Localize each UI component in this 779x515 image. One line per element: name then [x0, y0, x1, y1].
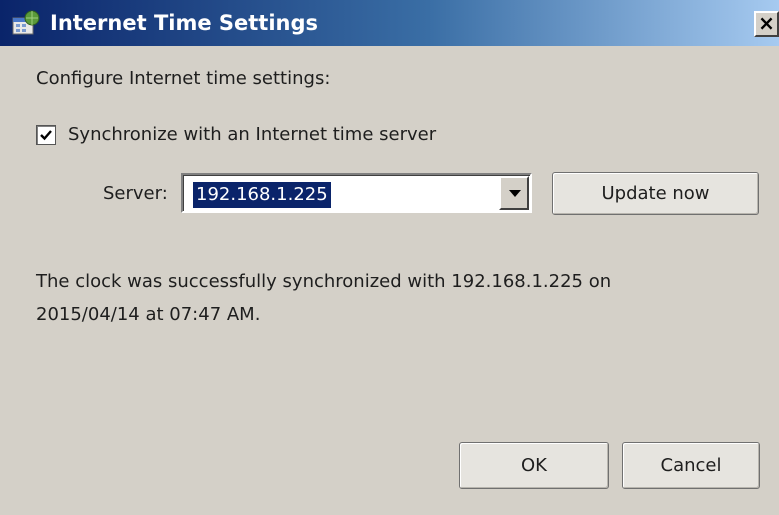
checkmark-icon [40, 130, 52, 141]
cancel-button[interactable]: Cancel [622, 442, 760, 489]
close-icon: × [758, 11, 775, 35]
clock-globe-icon [12, 10, 40, 35]
configure-heading: Configure Internet time settings: [36, 68, 331, 89]
server-input[interactable]: 192.168.1.225 [193, 182, 331, 208]
internet-time-settings-dialog: Internet Time Settings × Configure Inter… [0, 0, 779, 515]
close-button[interactable]: × [754, 11, 779, 37]
server-label: Server: [103, 183, 168, 204]
server-dropdown-button[interactable] [499, 176, 529, 210]
ok-button[interactable]: OK [459, 442, 609, 489]
title-bar[interactable]: Internet Time Settings × [0, 0, 779, 46]
window-title: Internet Time Settings [50, 11, 319, 35]
chevron-down-icon [509, 190, 521, 197]
update-now-button[interactable]: Update now [552, 172, 759, 215]
status-text-line-1: The clock was successfully synchronized … [36, 271, 612, 292]
sync-checkbox-label[interactable]: Synchronize with an Internet time server [68, 123, 436, 147]
sync-checkbox[interactable] [36, 125, 56, 145]
server-combobox[interactable]: 192.168.1.225 [181, 173, 532, 213]
status-text-line-2: 2015/04/14 at 07:47 AM. [36, 304, 261, 325]
